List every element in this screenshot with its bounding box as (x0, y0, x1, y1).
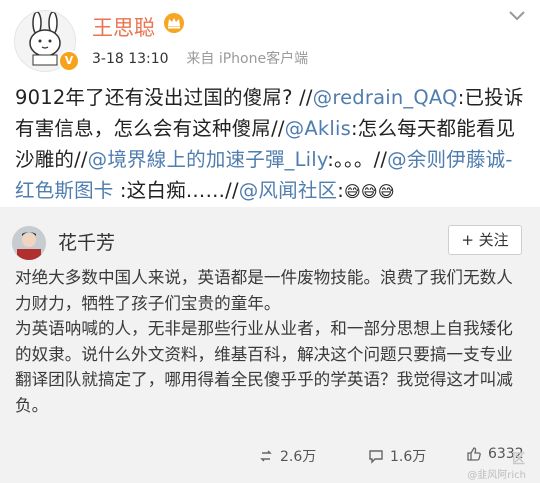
sweat-smile-emoji-icon: 😅 (360, 182, 378, 201)
author-name[interactable]: 王思聪 (92, 12, 155, 42)
comment-icon (369, 450, 383, 464)
repost-text: 对绝大多数中国人来说，英语都是一件废物技能。浪费了我们无数人力财力，牺牲了孩子们… (15, 265, 527, 418)
post-header: V 王思聪 3-18 13:10 来自 iPhone客户端 (0, 0, 540, 78)
post-text-segment: 9012年了还有没出过国的傻屌? // (15, 86, 313, 109)
verified-badge-icon: V (58, 50, 80, 72)
post-source: 来自 iPhone客户端 (186, 51, 309, 67)
post-text: 9012年了还有没出过国的傻屌? //@redrain_QAQ:已投诉有害信息，… (0, 78, 540, 203)
crown-icon (164, 13, 184, 33)
post-text-segment: :这白痴……// (113, 179, 239, 202)
watermark-handle: @韭风阿rich (467, 470, 526, 481)
post-text-segment: : (337, 179, 345, 202)
mention-link[interactable]: @redrain_QAQ (313, 86, 458, 109)
repost-author-name[interactable]: 花千芳 (58, 228, 115, 255)
repost-card[interactable]: 花千芳 + 关注 对绝大多数中国人来说，英语都是一件废物技能。浪费了我们无数人力… (0, 207, 540, 483)
thumbs-up-icon (467, 447, 481, 461)
stats-bar: 2.6万 1.6万 6332 (0, 442, 540, 472)
sweat-smile-emoji-icon: 😅 (344, 182, 361, 201)
post-text-segment: :。。。// (327, 148, 388, 171)
chevron-down-icon[interactable] (508, 10, 526, 22)
person-avatar-icon (12, 226, 46, 260)
repost-icon (260, 450, 272, 462)
mention-link[interactable]: @境界線上的加速子彈_Lily (88, 148, 328, 171)
watermark: 区 (511, 452, 526, 467)
sweat-smile-emoji-icon: 😅 (377, 182, 395, 201)
repost-paragraph: 对绝大多数中国人来说，英语都是一件废物技能。浪费了我们无数人力财力，牺牲了孩子们… (15, 268, 513, 313)
follow-button[interactable]: + 关注 (448, 225, 522, 255)
mention-link[interactable]: @Aklis (285, 117, 351, 140)
post-time: 3-18 13:10 (92, 51, 169, 67)
post-meta: 3-18 13:10 来自 iPhone客户端 (92, 48, 308, 68)
mention-link[interactable]: @风闻社区 (239, 179, 338, 202)
comment-count[interactable]: 1.6万 (368, 446, 426, 466)
repost-author-avatar[interactable] (12, 226, 46, 260)
repost-paragraph: 为英语呐喊的人，无非是那些行业从业者，和一部分思想上自我矮化的奴隶。说什么外文资… (15, 319, 513, 415)
repost-count[interactable]: 2.6万 (258, 446, 316, 466)
